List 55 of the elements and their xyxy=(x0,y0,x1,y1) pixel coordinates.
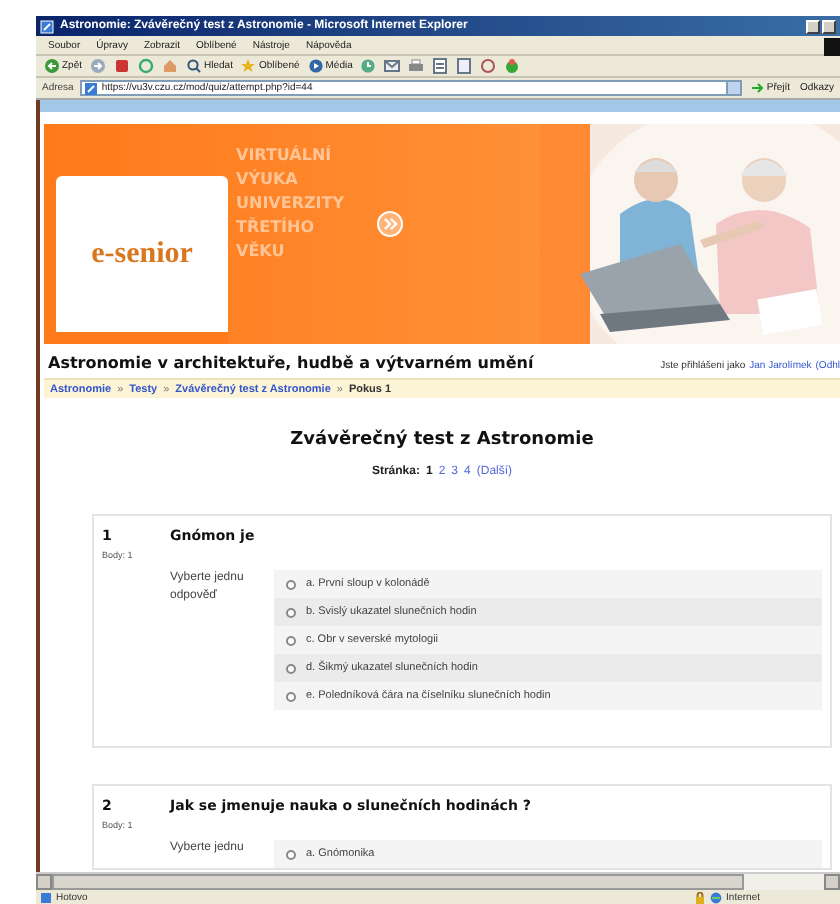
tagline-text: UNIVERZITY xyxy=(236,192,345,216)
media-icon xyxy=(307,58,324,74)
forward-icon xyxy=(90,58,107,74)
scroll-thumb[interactable] xyxy=(52,874,744,890)
toolbar-button[interactable] xyxy=(502,57,523,75)
stop-icon xyxy=(114,58,131,74)
forward-icon xyxy=(376,210,405,238)
radio-button[interactable] xyxy=(286,579,296,589)
toolbar-button[interactable] xyxy=(382,57,403,75)
toolbar-button[interactable] xyxy=(406,57,427,75)
printer-icon xyxy=(408,58,425,74)
toolbar-button[interactable] xyxy=(160,57,181,75)
star-icon xyxy=(240,58,257,74)
radio-button[interactable] xyxy=(286,849,296,859)
globe-icon xyxy=(710,891,723,903)
radio-button[interactable] xyxy=(286,607,296,617)
toolbar-button[interactable] xyxy=(112,57,133,75)
refresh-icon xyxy=(138,58,155,74)
tagline-text: VĚKU xyxy=(236,240,287,264)
radio-button[interactable] xyxy=(286,663,296,673)
search-icon xyxy=(186,58,203,74)
ring-icon xyxy=(480,58,497,74)
mail-icon xyxy=(384,58,401,74)
maximize-button[interactable] xyxy=(822,19,836,33)
toolbar-button[interactable] xyxy=(136,57,157,75)
toolbar-button[interactable] xyxy=(88,57,109,75)
page-icon xyxy=(40,891,52,903)
page-icon xyxy=(83,81,98,95)
throbber-logo xyxy=(824,38,840,56)
logo: e-senior xyxy=(91,237,193,271)
home-icon xyxy=(162,58,179,74)
radio-button[interactable] xyxy=(286,691,296,701)
quiz-title: Zvávěrečný test z Astronomie xyxy=(288,430,596,450)
document-icon xyxy=(432,58,449,74)
tagline-text: VIRTUÁLNÍ xyxy=(236,144,334,168)
tagline-text: VÝUKA xyxy=(236,168,300,192)
back-icon xyxy=(44,58,60,74)
scroll-left-button[interactable] xyxy=(36,874,52,890)
figure-icon xyxy=(504,58,521,74)
toolbar-button[interactable] xyxy=(358,57,379,75)
page-icon xyxy=(456,58,473,74)
clock-icon xyxy=(360,58,377,74)
toolbar-button[interactable] xyxy=(478,57,499,75)
arrow-icon xyxy=(752,82,765,94)
browser-icon xyxy=(40,19,54,33)
tagline-text: TŘETÍHO xyxy=(236,216,317,240)
dropdown-button[interactable] xyxy=(726,82,741,94)
lock-icon xyxy=(694,891,707,903)
horizontal-scrollbar[interactable] xyxy=(36,872,840,890)
toolbar-button[interactable] xyxy=(430,57,451,75)
radio-button[interactable] xyxy=(286,635,296,645)
course-title: Astronomie v architektuře, hudbě a výtvarném umění xyxy=(48,354,534,372)
toolbar-button[interactable] xyxy=(454,57,475,75)
minimize-button[interactable] xyxy=(806,19,820,33)
scroll-right-button[interactable] xyxy=(824,874,840,890)
